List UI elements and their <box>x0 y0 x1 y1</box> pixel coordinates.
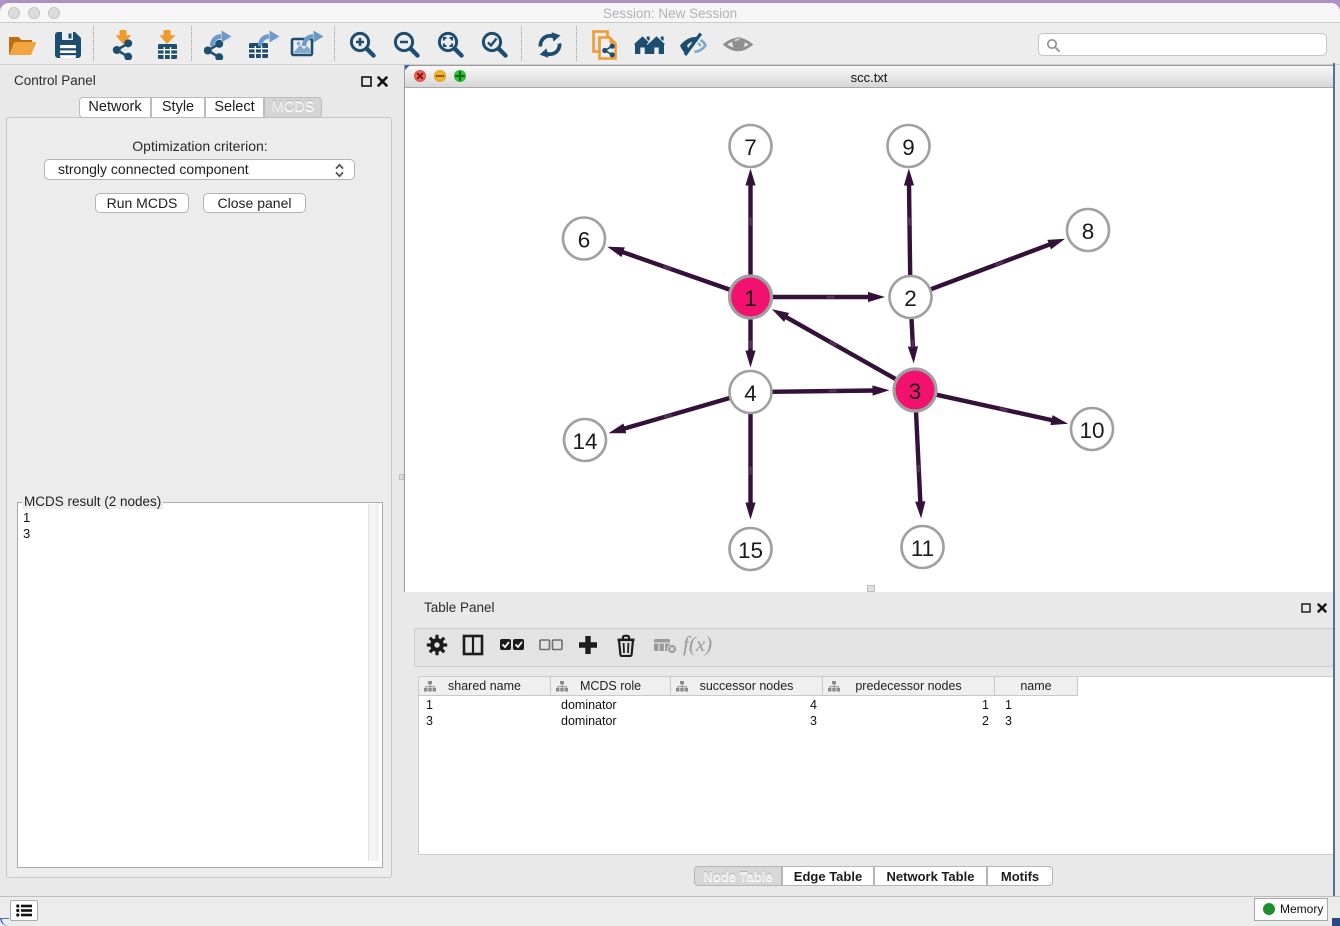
svg-text:3: 3 <box>909 379 922 404</box>
svg-text:10: 10 <box>1079 418 1104 443</box>
svg-text:f(x): f(x) <box>683 633 712 656</box>
svg-text:8: 8 <box>1082 219 1095 244</box>
svg-text:1: 1 <box>744 286 757 311</box>
svg-text:4: 4 <box>744 381 757 406</box>
svg-text:15: 15 <box>738 538 763 563</box>
svg-text:6: 6 <box>578 228 591 253</box>
svg-text:9: 9 <box>902 135 915 160</box>
svg-text:7: 7 <box>744 135 757 160</box>
svg-text:11: 11 <box>911 536 934 561</box>
svg-text:14: 14 <box>572 429 597 454</box>
svg-text:2: 2 <box>904 286 917 311</box>
